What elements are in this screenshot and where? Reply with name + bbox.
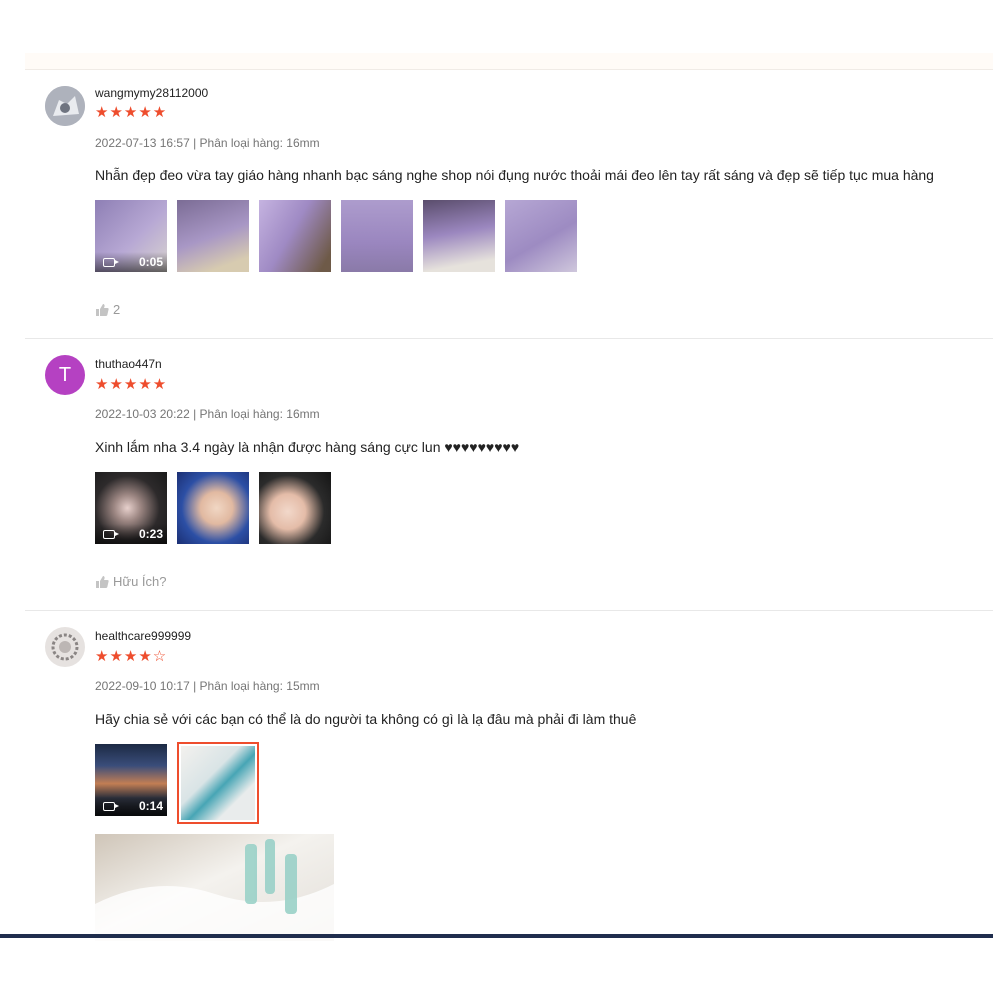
rating-stars: ★★★★☆ xyxy=(95,648,168,665)
review-photo-thumbnail[interactable] xyxy=(341,200,413,272)
video-overlay: 0:23 xyxy=(95,524,167,544)
review-photo-thumbnail[interactable] xyxy=(177,472,249,544)
review-meta: 2022-09-10 10:17 | Phân loại hàng: 15mm xyxy=(95,679,320,693)
helpful-label: Hữu Ích? xyxy=(113,574,167,589)
video-camera-icon xyxy=(103,529,119,539)
review-photo-thumbnail[interactable] xyxy=(259,472,331,544)
video-overlay: 0:05 xyxy=(95,252,167,272)
review-meta: 2022-10-03 20:22 | Phân loại hàng: 16mm xyxy=(95,407,320,421)
review-photo-preview[interactable] xyxy=(95,834,334,941)
review-video-thumbnail[interactable]: 0:23 xyxy=(95,472,167,544)
review-media-list: 0:23 xyxy=(95,472,331,544)
video-duration: 0:14 xyxy=(138,799,163,813)
review-video-thumbnail[interactable]: 0:05 xyxy=(95,200,167,272)
review-photo-thumbnail[interactable] xyxy=(505,200,577,272)
review-photo-thumbnail[interactable] xyxy=(259,200,331,272)
review-username[interactable]: healthcare999999 xyxy=(95,629,191,643)
review-username[interactable]: thuthao447n xyxy=(95,357,162,371)
previous-review-divider xyxy=(25,53,993,70)
review-photo-thumbnail[interactable] xyxy=(177,200,249,272)
rating-stars: ★★★★★ xyxy=(95,376,168,393)
review-item: T thuthao447n ★★★★★ 2022-10-03 20:22 | P… xyxy=(25,339,993,611)
bottom-bar xyxy=(0,934,993,938)
review-photo-thumbnail[interactable] xyxy=(423,200,495,272)
like-count: 2 xyxy=(113,302,121,317)
review-item: wangmymy28112000 ★★★★★ 2022-07-13 16:57 … xyxy=(25,70,993,339)
video-duration: 0:05 xyxy=(138,255,163,269)
thumbs-up-icon xyxy=(96,303,109,316)
review-video-thumbnail[interactable]: 0:14 xyxy=(95,744,167,816)
review-media-list: 0:14 xyxy=(95,742,259,824)
review-comment: Hãy chia sẻ với các bạn có thể là do ngư… xyxy=(95,711,637,727)
video-camera-icon xyxy=(103,257,119,267)
review-item: healthcare999999 ★★★★☆ 2022-09-10 10:17 … xyxy=(25,611,993,941)
video-overlay: 0:14 xyxy=(95,796,167,816)
avatar[interactable] xyxy=(45,86,85,126)
video-duration: 0:23 xyxy=(138,527,163,541)
helpful-button[interactable]: Hữu Ích? xyxy=(95,574,167,589)
rating-stars: ★★★★★ xyxy=(95,104,168,121)
review-photo-thumbnail-selected[interactable] xyxy=(177,742,259,824)
review-comment: Xinh lắm nha 3.4 ngày là nhận được hàng … xyxy=(95,439,520,455)
review-comment: Nhẫn đẹp đeo vừa tay giáo hàng nhanh bạc… xyxy=(95,167,934,183)
video-camera-icon xyxy=(103,801,119,811)
thumbs-up-icon xyxy=(96,575,109,588)
like-button[interactable]: 2 xyxy=(95,302,120,317)
review-media-list: 0:05 xyxy=(95,200,577,272)
avatar[interactable] xyxy=(45,627,85,667)
review-meta: 2022-07-13 16:57 | Phân loại hàng: 16mm xyxy=(95,136,320,150)
review-username[interactable]: wangmymy28112000 xyxy=(95,86,208,100)
avatar[interactable]: T xyxy=(45,355,85,395)
